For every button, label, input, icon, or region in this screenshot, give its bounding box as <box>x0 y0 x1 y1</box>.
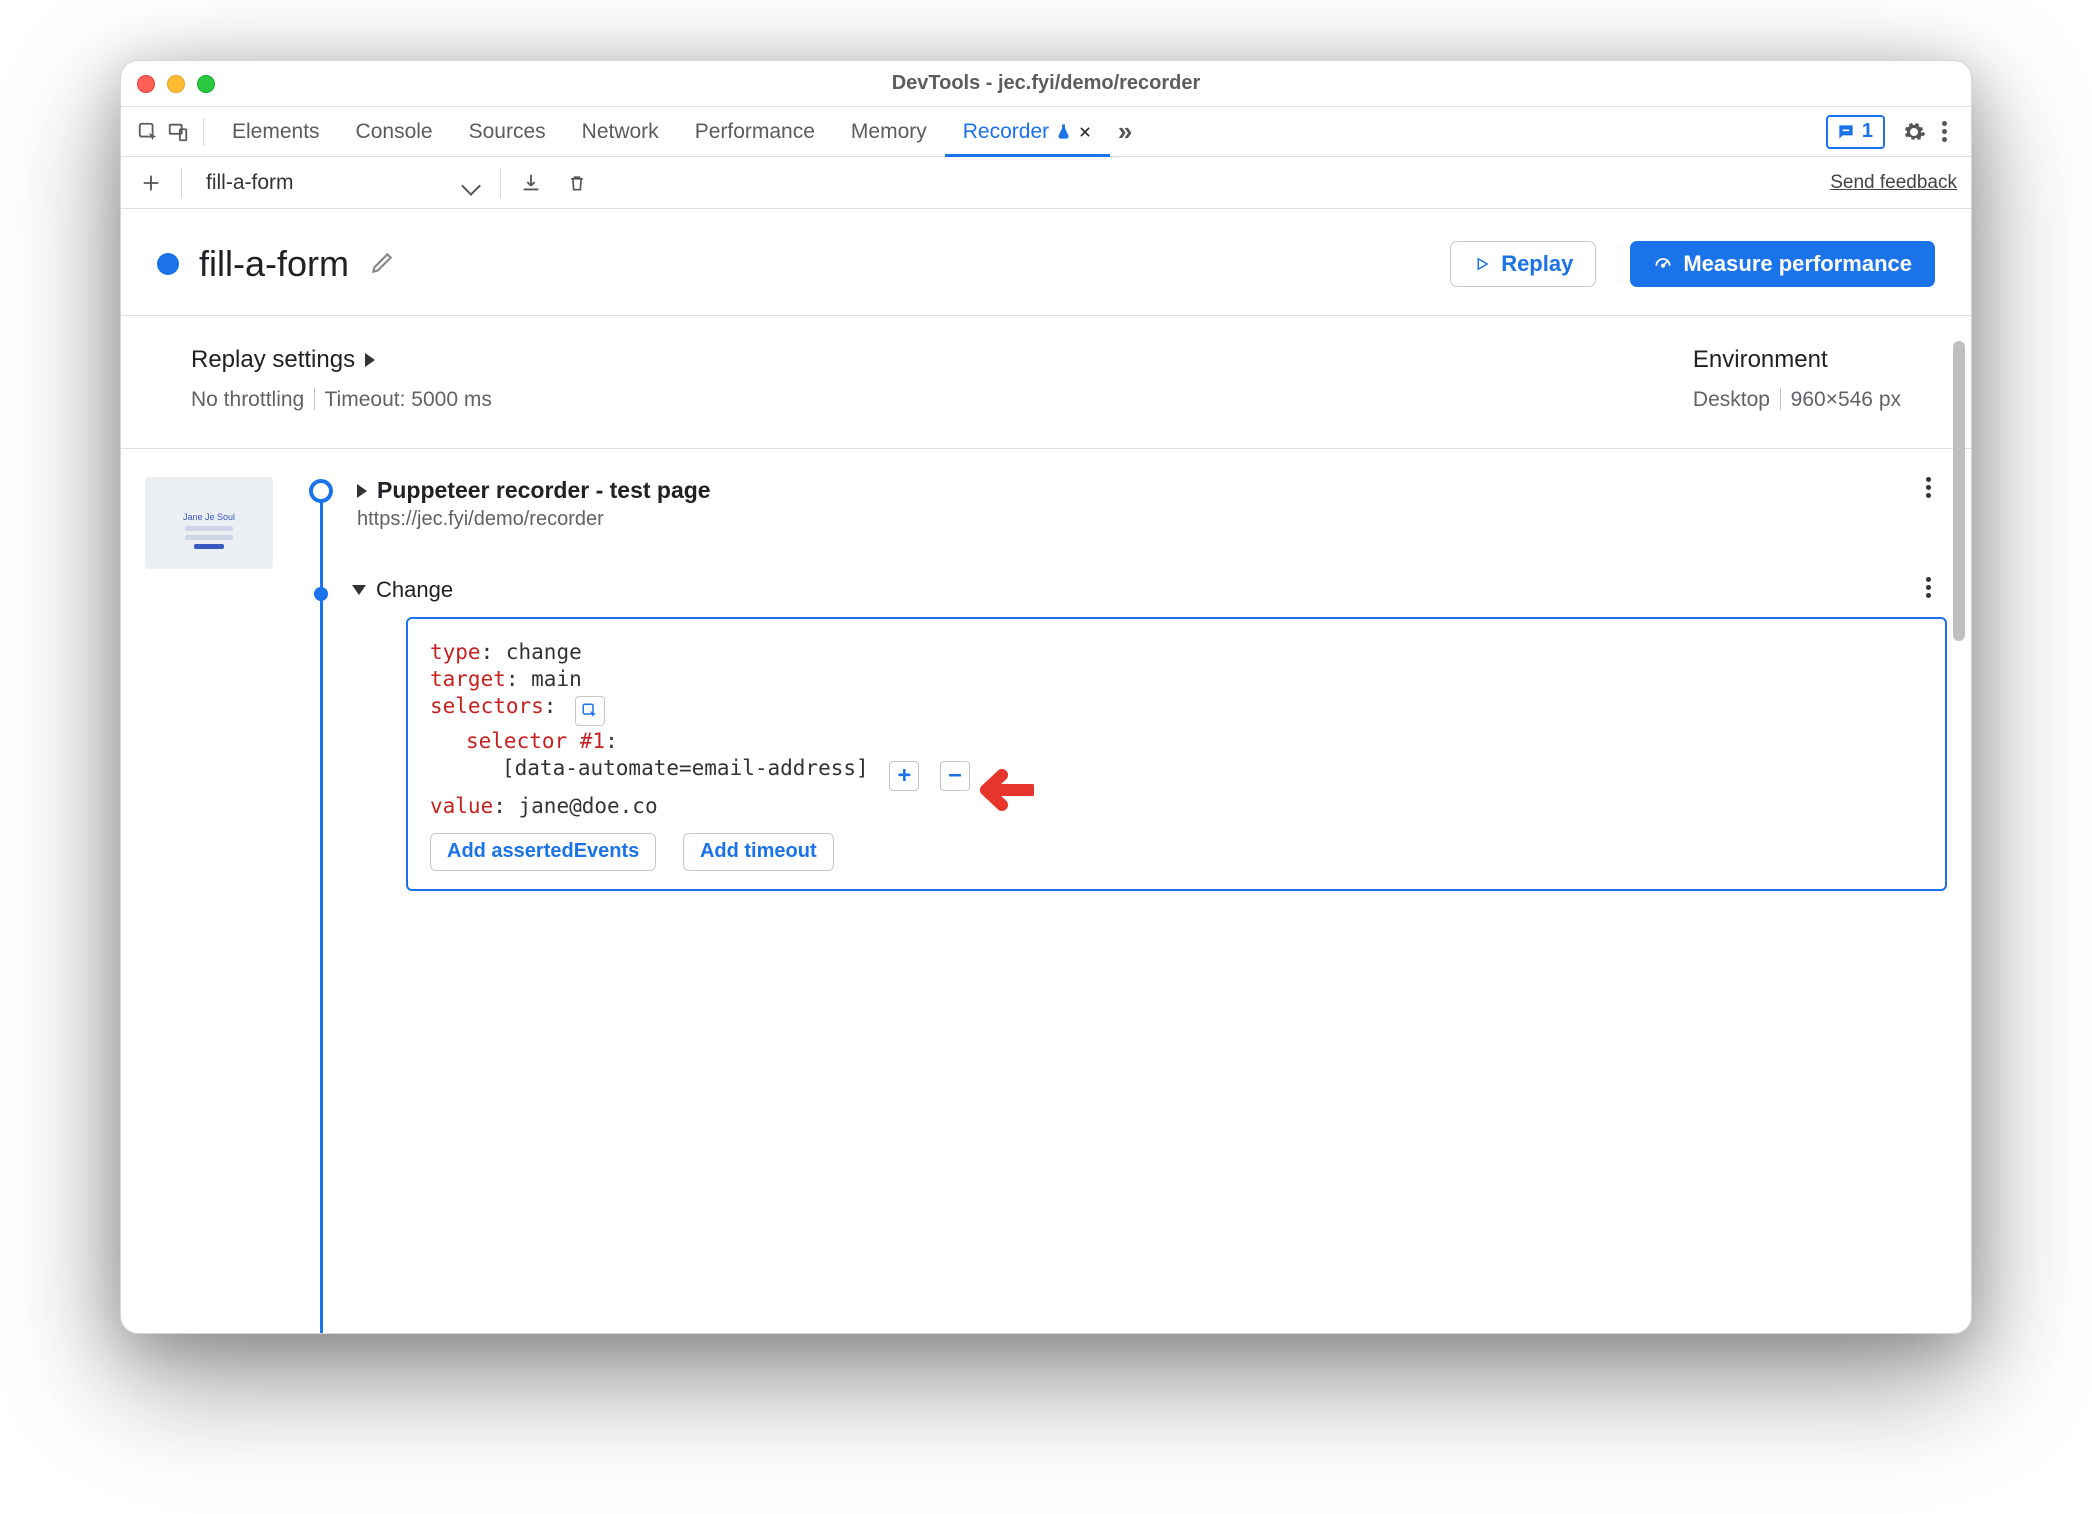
window-titlebar: DevTools - jec.fyi/demo/recorder <box>121 61 1971 107</box>
chevron-right-icon <box>365 353 375 367</box>
recording-selector[interactable]: fill-a-form <box>196 165 486 201</box>
gauge-icon <box>1653 254 1673 274</box>
tab-recorder[interactable]: Recorder <box>945 107 1110 157</box>
replay-settings-panel: Replay settings No throttling Timeout: 5… <box>121 316 1971 449</box>
play-icon <box>1473 255 1491 273</box>
new-recording-button[interactable] <box>135 167 167 199</box>
throttling-value: No throttling <box>191 388 304 411</box>
step-menu-icon[interactable] <box>1917 477 1939 498</box>
device-toolbar-icon[interactable] <box>163 117 193 147</box>
tab-performance[interactable]: Performance <box>677 107 833 157</box>
remove-selector-button[interactable]: − <box>940 761 970 791</box>
step-title: Puppeteer recorder - test page <box>377 477 711 504</box>
issues-count: 1 <box>1862 120 1873 143</box>
step-navigation[interactable]: Puppeteer recorder - test page https://j… <box>301 477 1947 531</box>
step-menu-icon[interactable] <box>1917 577 1939 598</box>
minimize-window-button[interactable] <box>167 75 185 93</box>
edit-name-icon[interactable] <box>369 250 397 278</box>
send-feedback-link[interactable]: Send feedback <box>1830 172 1957 194</box>
replay-button-label: Replay <box>1501 251 1573 277</box>
select-element-icon[interactable] <box>133 117 163 147</box>
environment-heading: Environment <box>1693 346 1901 374</box>
add-selector-button[interactable]: + <box>889 761 919 791</box>
step-thumbnail[interactable]: Jane Je Soul <box>145 477 273 569</box>
add-timeout-button[interactable]: Add timeout <box>683 833 834 871</box>
steps-panel: Jane Je Soul Puppeteer recorder - test p… <box>121 449 1971 1334</box>
selector-value[interactable]: [data-automate=email-address] <box>502 756 869 780</box>
tab-network[interactable]: Network <box>564 107 677 157</box>
close-tab-icon[interactable] <box>1078 125 1092 139</box>
tab-console[interactable]: Console <box>338 107 451 157</box>
step-change[interactable]: Change type: change target: main selecto… <box>301 577 1947 891</box>
add-asserted-events-button[interactable]: Add assertedEvents <box>430 833 656 871</box>
replay-button[interactable]: Replay <box>1450 241 1596 287</box>
viewport-value: 960×546 px <box>1791 388 1901 411</box>
tab-sources[interactable]: Sources <box>451 107 564 157</box>
step-detail-card: type: change target: main selectors: sel… <box>406 617 1947 891</box>
pick-selector-icon[interactable] <box>575 696 605 726</box>
chevron-down-icon <box>352 585 366 595</box>
annotation-arrow <box>968 767 1034 813</box>
recording-selector-label: fill-a-form <box>206 171 294 195</box>
scrollbar-thumb[interactable] <box>1953 341 1965 641</box>
settings-icon[interactable] <box>1899 117 1929 147</box>
devtools-tabstrip: Elements Console Sources Network Perform… <box>121 107 1971 157</box>
chevron-right-icon <box>357 484 367 498</box>
replay-settings-heading[interactable]: Replay settings <box>191 346 492 374</box>
tab-elements[interactable]: Elements <box>214 107 338 157</box>
window-title: DevTools - jec.fyi/demo/recorder <box>121 72 1971 95</box>
device-value: Desktop <box>1693 388 1770 411</box>
flask-icon <box>1055 123 1072 140</box>
close-window-button[interactable] <box>137 75 155 93</box>
kebab-menu-icon[interactable] <box>1929 117 1959 147</box>
measure-performance-button[interactable]: Measure performance <box>1630 241 1935 287</box>
step-title: Change <box>376 577 453 603</box>
more-tabs-icon[interactable]: » <box>1110 117 1140 147</box>
timeline-dot <box>309 479 333 503</box>
timeout-value: Timeout: 5000 ms <box>325 388 492 411</box>
recorder-toolbar: fill-a-form Send feedback <box>121 157 1971 209</box>
zoom-window-button[interactable] <box>197 75 215 93</box>
timeline-dot <box>314 587 328 601</box>
recording-status-dot <box>157 253 179 275</box>
download-icon[interactable] <box>515 167 547 199</box>
recording-header: fill-a-form Replay Measure performance <box>121 209 1971 316</box>
tab-memory[interactable]: Memory <box>833 107 945 157</box>
tab-recorder-label: Recorder <box>963 120 1049 144</box>
chat-icon <box>1836 122 1856 142</box>
step-url: https://jec.fyi/demo/recorder <box>357 508 1947 531</box>
delete-icon[interactable] <box>561 167 593 199</box>
measure-performance-label: Measure performance <box>1683 251 1912 277</box>
recording-name: fill-a-form <box>199 243 349 285</box>
issues-badge[interactable]: 1 <box>1826 115 1885 149</box>
